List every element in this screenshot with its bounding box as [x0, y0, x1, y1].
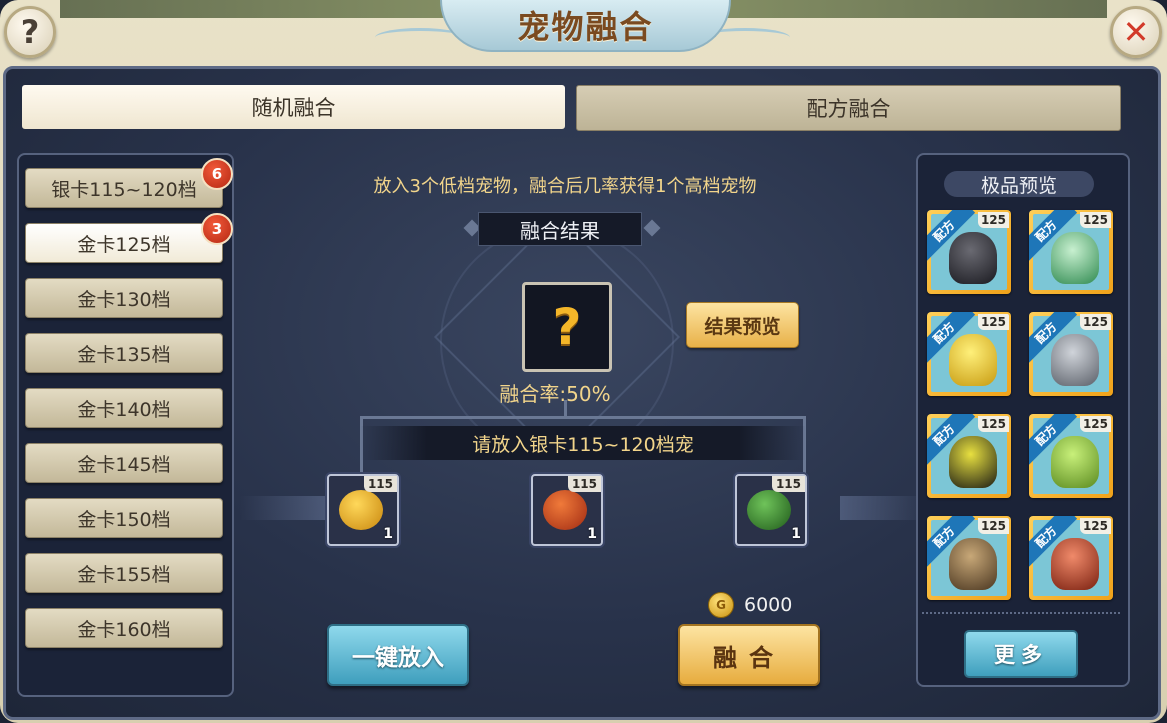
preview-card[interactable]: 配方 125	[1029, 312, 1113, 396]
fusion-cost: G 6000	[708, 592, 792, 618]
more-button[interactable]: 更多	[964, 630, 1078, 678]
pet-level: 115	[567, 476, 601, 492]
tab-recipe-fusion[interactable]: 配方融合	[576, 85, 1121, 131]
tier-item-gold-145[interactable]: 金卡145档	[25, 443, 223, 483]
creature-portrait	[949, 232, 997, 284]
premium-preview-title: 极品预览	[944, 171, 1094, 197]
tier-item-gold-150[interactable]: 金卡150档	[25, 498, 223, 538]
card-level: 125	[977, 416, 1009, 432]
preview-card[interactable]: 配方 125	[927, 210, 1011, 294]
creature-portrait	[949, 334, 997, 386]
notification-badge: 3	[201, 213, 233, 245]
one-key-fill-button[interactable]: 一键放入	[327, 624, 469, 686]
pet-portrait	[543, 490, 587, 530]
title-plate: 宠物融合	[440, 0, 731, 52]
preview-card[interactable]: 配方 125	[927, 414, 1011, 498]
fusion-result-slot: ?	[522, 282, 612, 372]
preview-card[interactable]: 配方 125	[927, 312, 1011, 396]
connector-line	[360, 416, 806, 419]
question-icon: ?	[20, 13, 40, 51]
preview-card[interactable]: 配方 125	[1029, 414, 1113, 498]
connector-line	[564, 400, 567, 418]
question-mark-icon: ?	[552, 298, 582, 356]
gold-coin-icon: G	[708, 592, 734, 618]
preview-card[interactable]: 配方 125	[1029, 210, 1113, 294]
result-preview-button[interactable]: 结果预览	[686, 302, 799, 348]
card-level: 125	[1079, 416, 1111, 432]
tier-item-gold-160[interactable]: 金卡160档	[25, 608, 223, 648]
notification-badge: 6	[201, 158, 233, 190]
pet-slot-2[interactable]: 115 1	[531, 474, 603, 546]
result-label: 融合结果	[478, 212, 642, 246]
pet-portrait	[339, 490, 383, 530]
dotted-divider	[922, 612, 1120, 614]
help-button[interactable]: ?	[4, 6, 56, 58]
creature-portrait	[1051, 436, 1099, 488]
tab-random-fusion[interactable]: 随机融合	[22, 85, 565, 129]
pet-slot-3[interactable]: 115 1	[735, 474, 807, 546]
tier-item-gold-140[interactable]: 金卡140档	[25, 388, 223, 428]
creature-portrait	[949, 436, 997, 488]
fuse-button[interactable]: 融合	[678, 624, 820, 686]
fusion-rate: 融合率:50%	[499, 382, 611, 406]
pet-level: 115	[771, 476, 805, 492]
slot-prompt: 请放入银卡115~120档宠	[360, 426, 806, 460]
creature-portrait	[949, 538, 997, 590]
card-level: 125	[1079, 314, 1111, 330]
pet-slot-1[interactable]: 115 1	[327, 474, 399, 546]
creature-portrait	[1051, 334, 1099, 386]
window-title: 宠物融合	[517, 8, 654, 46]
tier-item-silver-115-120[interactable]: 银卡115~120档	[25, 168, 223, 208]
preview-card[interactable]: 配方 125	[1029, 516, 1113, 600]
pet-count: 1	[791, 526, 801, 542]
card-level: 125	[977, 518, 1009, 534]
pet-level: 115	[363, 476, 397, 492]
tier-item-gold-125[interactable]: 金卡125档	[25, 223, 223, 263]
tier-item-gold-130[interactable]: 金卡130档	[25, 278, 223, 318]
card-level: 125	[1079, 518, 1111, 534]
card-level: 125	[977, 212, 1009, 228]
close-x-icon: ✕	[1122, 13, 1150, 51]
creature-portrait	[1051, 232, 1099, 284]
close-button[interactable]: ✕	[1110, 6, 1162, 58]
fusion-instruction: 放入3个低档宠物，融合后几率获得1个高档宠物	[373, 176, 757, 197]
cost-value: 6000	[744, 594, 793, 616]
tier-item-gold-135[interactable]: 金卡135档	[25, 333, 223, 373]
pet-portrait	[747, 490, 791, 530]
card-level: 125	[977, 314, 1009, 330]
tier-item-gold-155[interactable]: 金卡155档	[25, 553, 223, 593]
wing-decoration	[240, 496, 330, 520]
pet-count: 1	[587, 526, 597, 542]
card-level: 125	[1079, 212, 1111, 228]
creature-portrait	[1051, 538, 1099, 590]
preview-card[interactable]: 配方 125	[927, 516, 1011, 600]
pet-count: 1	[383, 526, 393, 542]
